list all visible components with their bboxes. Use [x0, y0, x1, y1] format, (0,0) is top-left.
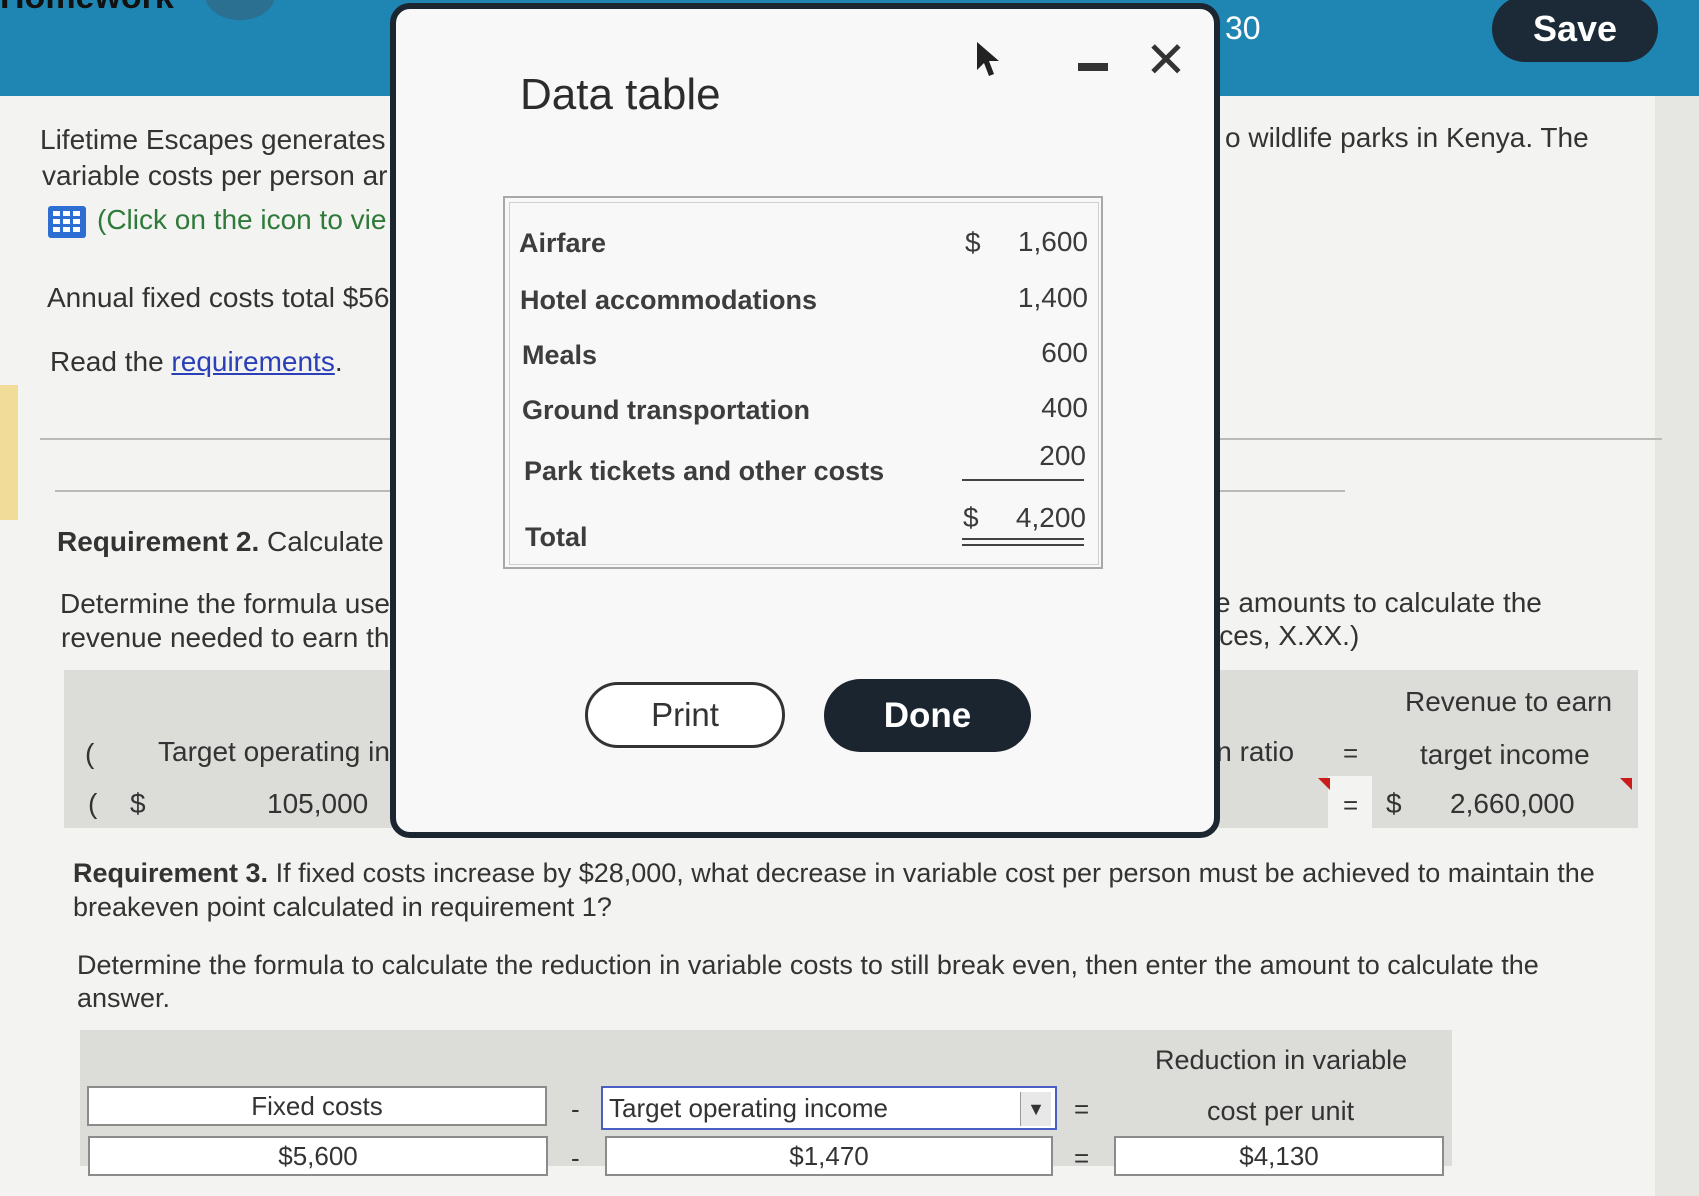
subtotal-rule — [962, 479, 1084, 481]
equals-sign: = — [1074, 1143, 1090, 1173]
req3-determine-line-2: answer. — [77, 983, 171, 1013]
print-button[interactable]: Print — [585, 682, 785, 748]
minimize-icon[interactable] — [1078, 63, 1108, 71]
req3-title-bold: Requirement 3. — [73, 858, 269, 888]
reduction-result-input[interactable]: $4,130 — [1114, 1136, 1444, 1176]
formula-term-select[interactable]: Target operating income ▼ — [601, 1086, 1057, 1130]
currency-symbol: $ — [130, 788, 146, 819]
highlight-marker — [0, 385, 18, 520]
open-paren: ( — [85, 738, 95, 769]
minus-sign: - — [571, 1094, 580, 1124]
req3-title-line-2: breakeven point calculated in requiremen… — [73, 892, 612, 922]
dialog-title: Data table — [520, 70, 721, 119]
table-row-value: 600 — [1041, 337, 1088, 368]
equals-sign: = — [1074, 1094, 1090, 1124]
total-double-rule — [962, 538, 1084, 540]
error-marker — [1318, 778, 1330, 790]
cursor-icon — [977, 42, 999, 76]
score-label: 30 — [1225, 10, 1261, 46]
revenue-header-1: Revenue to earn — [1405, 686, 1613, 717]
divider — [55, 490, 400, 492]
equals-sign: = — [1343, 790, 1359, 820]
problem-line-2: variable costs per person ar — [42, 160, 388, 191]
read-requirements-line: Read the requirements. — [50, 346, 343, 378]
done-button[interactable]: Done — [824, 679, 1031, 752]
logo-text: Homework — [0, 0, 174, 17]
reduction-header-1: Reduction in variable — [1155, 1045, 1408, 1075]
fixed-costs-select[interactable]: Fixed costs — [87, 1086, 547, 1126]
req2-determine-line-2: revenue needed to earn the — [61, 622, 406, 653]
cm-ratio-label: in ratio — [1210, 736, 1295, 767]
currency-symbol: $ — [1386, 788, 1402, 819]
screen: Homework 30 Save Lifetime Escapes genera… — [0, 0, 1699, 1196]
table-row-value: 1,400 — [1017, 282, 1088, 313]
read-suffix: . — [334, 346, 343, 377]
req3-title: Requirement 3. If fixed costs increase b… — [73, 858, 1595, 889]
total-label: Total — [525, 522, 588, 552]
target-income-label: Target operating inco — [158, 736, 420, 767]
total-value: 4,200 — [1015, 502, 1086, 533]
revenue-header-2: target income — [1420, 739, 1590, 770]
total-double-rule — [962, 544, 1084, 546]
req3-determine-line-1: Determine the formula to calculate the r… — [77, 950, 1539, 980]
data-table-grid-icon[interactable] — [48, 206, 86, 238]
fixed-costs-input[interactable]: $5,600 — [88, 1136, 548, 1176]
req2-title-rest: Calculate t — [259, 526, 400, 557]
scroll-gutter[interactable] — [1655, 96, 1699, 1196]
target-income-input[interactable]: $1,470 — [605, 1136, 1053, 1176]
requirements-link[interactable]: requirements — [171, 346, 334, 377]
req2-determine-line-1: Determine the formula used — [60, 588, 406, 619]
revenue-result-value[interactable]: 2,660,000 — [1450, 788, 1575, 820]
target-income-value[interactable]: 105,000 — [267, 788, 368, 820]
header-avatar[interactable] — [205, 0, 275, 20]
dropdown-arrow-icon[interactable]: ▼ — [1020, 1092, 1051, 1126]
table-row-value: 200 — [1039, 440, 1086, 471]
error-marker — [1620, 778, 1632, 790]
problem-line-1-right: o wildlife parks in Kenya. The — [1225, 122, 1589, 153]
table-row-value: 1,600 — [1017, 226, 1088, 257]
table-row-label: Hotel accommodations — [520, 285, 818, 315]
problem-line-1: Lifetime Escapes generates — [40, 124, 386, 155]
table-row-label: Ground transportation — [522, 395, 810, 425]
req2-title: Requirement 2. Calculate t — [57, 526, 399, 558]
req2-determine-line-2-right: ices, X.XX.) — [1213, 620, 1360, 651]
read-prefix: Read the — [50, 346, 172, 377]
close-icon[interactable]: ✕ — [1145, 35, 1187, 85]
req3-title-rest: If fixed costs increase by $28,000, what… — [268, 858, 1595, 888]
reduction-header-2: cost per unit — [1207, 1096, 1355, 1126]
open-paren: ( — [88, 788, 98, 819]
fixed-costs-text: Annual fixed costs total $56 — [47, 282, 390, 313]
req2-title-bold: Requirement 2. — [57, 526, 260, 557]
req2-determine-line-1-right: e amounts to calculate the — [1215, 587, 1542, 618]
table-row-label: Meals — [522, 340, 598, 370]
divider — [1220, 438, 1662, 440]
table-row-label: Park tickets and other costs — [524, 456, 885, 486]
divider — [1220, 490, 1345, 492]
icon-hint-text: (Click on the icon to vie — [97, 204, 387, 235]
selected-option: Target operating income — [609, 1092, 888, 1123]
save-button[interactable]: Save — [1492, 0, 1658, 62]
table-row-value: 400 — [1041, 392, 1088, 423]
minus-sign: - — [571, 1143, 580, 1173]
equals-sign: = — [1343, 738, 1359, 768]
table-row-label: Airfare — [519, 228, 607, 258]
divider — [40, 438, 400, 440]
